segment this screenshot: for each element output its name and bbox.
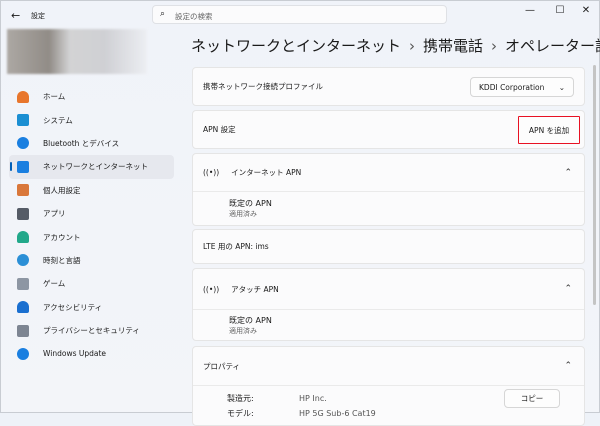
profile-label: 携帯ネットワーク接続プロファイル <box>203 82 323 91</box>
sidebar-item-3[interactable]: ネットワークとインターネット <box>9 155 174 179</box>
manufacturer-label: 製造元: <box>227 394 254 403</box>
breadcrumb-separator: › <box>409 37 416 55</box>
attach-apn-title: アタッチ APN <box>231 284 279 294</box>
search-icon: ⌕ <box>160 9 166 19</box>
sidebar-item-label: アクセシビリティ <box>43 302 103 312</box>
manufacturer-value: HP Inc. <box>299 394 327 403</box>
sidebar-item-label: アプリ <box>43 209 66 219</box>
internet-apn-name: 既定の APN <box>229 199 272 208</box>
sidebar-item-4[interactable]: 個人用設定 <box>9 179 174 202</box>
model-label: モデル: <box>227 409 254 418</box>
sidebar-item-11[interactable]: Windows Update <box>9 342 174 365</box>
breadcrumb-cellular[interactable]: 携帯電話 <box>423 37 483 55</box>
internet-apn-status: 適用済み <box>229 210 257 218</box>
sidebar-item-label: アカウント <box>43 232 81 242</box>
settings-window: ← 設定 ⌕ 設定の検索 — ☐ ✕ ホームシステム Bluetooth とデバイ… <box>0 0 600 426</box>
minimize-button[interactable]: — <box>520 5 540 16</box>
add-apn-button[interactable]: APN を追加 <box>518 116 580 144</box>
app-title: 設定 <box>31 12 45 20</box>
breadcrumb-separator: › <box>491 37 498 55</box>
sidebar-item-label: Bluetooth とデバイス <box>43 138 120 148</box>
attach-apn-status: 適用済み <box>229 327 257 335</box>
breadcrumb: ネットワークとインターネット › 携帯電話 › オペレーター設定 <box>191 35 600 56</box>
internet-apn-header[interactable]: ((•)) インターネット APN ⌃ <box>193 154 584 191</box>
add-apn-label: APN を追加 <box>528 125 570 135</box>
sidebar-item-1[interactable]: システム <box>9 108 174 131</box>
breadcrumb-operator-settings: オペレーター設定 <box>505 37 600 55</box>
copy-button[interactable]: コピー <box>504 389 560 408</box>
user-avatar-blurred <box>7 29 147 74</box>
maximize-button[interactable]: ☐ <box>550 5 570 16</box>
model-value: HP 5G Sub-6 Cat19 <box>299 409 376 418</box>
sidebar-icon <box>17 114 29 127</box>
apn-settings-card: APN 設定 APN を追加 <box>192 110 585 149</box>
internet-apn-card: ((•)) インターネット APN ⌃ 既定の APN 適用済み <box>192 153 585 226</box>
profile-dropdown[interactable]: KDDI Corporation ⌄ <box>470 77 574 97</box>
scrollbar[interactable] <box>593 65 596 305</box>
sidebar-item-6[interactable]: アカウント <box>9 225 174 248</box>
sidebar-item-label: 時刻と言語 <box>43 255 81 265</box>
chevron-up-icon[interactable]: ⌃ <box>564 361 572 371</box>
signal-icon: ((•)) <box>203 284 220 294</box>
profile-card: 携帯ネットワーク接続プロファイル KDDI Corporation ⌄ <box>192 67 585 106</box>
sidebar-item-label: 個人用設定 <box>43 185 81 195</box>
attach-apn-name: 既定の APN <box>229 316 272 325</box>
sidebar-icon <box>17 324 29 337</box>
sidebar-item-label: ネットワークとインターネット <box>43 162 148 172</box>
sidebar-icon <box>17 254 29 267</box>
copy-label: コピー <box>520 394 544 403</box>
sidebar-icon <box>17 160 29 173</box>
properties-card: プロパティ ⌃ 製造元: HP Inc. モデル: HP 5G Sub-6 Cat19… <box>192 346 585 426</box>
sidebar-item-label: プライバシーとセキュリティ <box>43 326 140 336</box>
search-placeholder: 設定の検索 <box>175 12 213 21</box>
profile-value: KDDI Corporation <box>479 82 545 92</box>
sidebar-icon <box>17 207 29 220</box>
sidebar-icon <box>17 347 29 360</box>
attach-apn-header[interactable]: ((•)) アタッチ APN ⌃ <box>193 269 584 309</box>
sidebar-item-label: システム <box>43 115 73 125</box>
properties-header[interactable]: プロパティ ⌃ <box>193 347 584 385</box>
close-button[interactable]: ✕ <box>576 5 596 16</box>
sidebar-item-10[interactable]: プライバシーとセキュリティ <box>9 319 174 342</box>
chevron-up-icon[interactable]: ⌃ <box>564 168 572 178</box>
sidebar-item-label: ホーム <box>43 92 66 102</box>
sidebar-item-2[interactable]: Bluetooth とデバイス <box>9 132 174 155</box>
lte-apn-label: LTE 用の APN: ims <box>203 242 269 251</box>
sidebar-item-5[interactable]: アプリ <box>9 202 174 225</box>
sidebar-icon <box>17 90 29 103</box>
sidebar-icon <box>17 231 29 244</box>
back-button[interactable]: ← <box>11 9 20 22</box>
properties-title: プロパティ <box>203 361 241 371</box>
sidebar-item-label: ゲーム <box>43 279 66 289</box>
chevron-up-icon[interactable]: ⌃ <box>564 284 572 294</box>
sidebar-icon <box>17 277 29 290</box>
sidebar-item-label: Windows Update <box>43 349 107 359</box>
sidebar-item-8[interactable]: ゲーム <box>9 272 174 295</box>
internet-apn-title: インターネット APN <box>231 168 302 177</box>
lte-apn-card: LTE 用の APN: ims <box>192 229 585 264</box>
sidebar-icon <box>17 137 29 150</box>
sidebar-item-0[interactable]: ホーム <box>9 85 174 108</box>
sidebar-icon <box>17 184 29 197</box>
sidebar-item-7[interactable]: 時刻と言語 <box>9 249 174 272</box>
breadcrumb-network[interactable]: ネットワークとインターネット <box>191 37 401 55</box>
search-input[interactable]: ⌕ 設定の検索 <box>152 5 447 24</box>
sidebar-item-9[interactable]: アクセシビリティ <box>9 296 174 319</box>
apn-settings-label: APN 設定 <box>203 125 236 134</box>
signal-icon: ((•)) <box>203 168 220 177</box>
sidebar-icon <box>17 301 29 314</box>
title-bar: ← 設定 ⌕ 設定の検索 — ☐ ✕ <box>1 1 599 29</box>
sidebar-nav: ホームシステム Bluetooth とデバイスネットワークとインターネット 個人用設… <box>9 85 174 366</box>
chevron-down-icon: ⌄ <box>558 82 565 92</box>
attach-apn-card: ((•)) アタッチ APN ⌃ 既定の APN 適用済み <box>192 268 585 341</box>
